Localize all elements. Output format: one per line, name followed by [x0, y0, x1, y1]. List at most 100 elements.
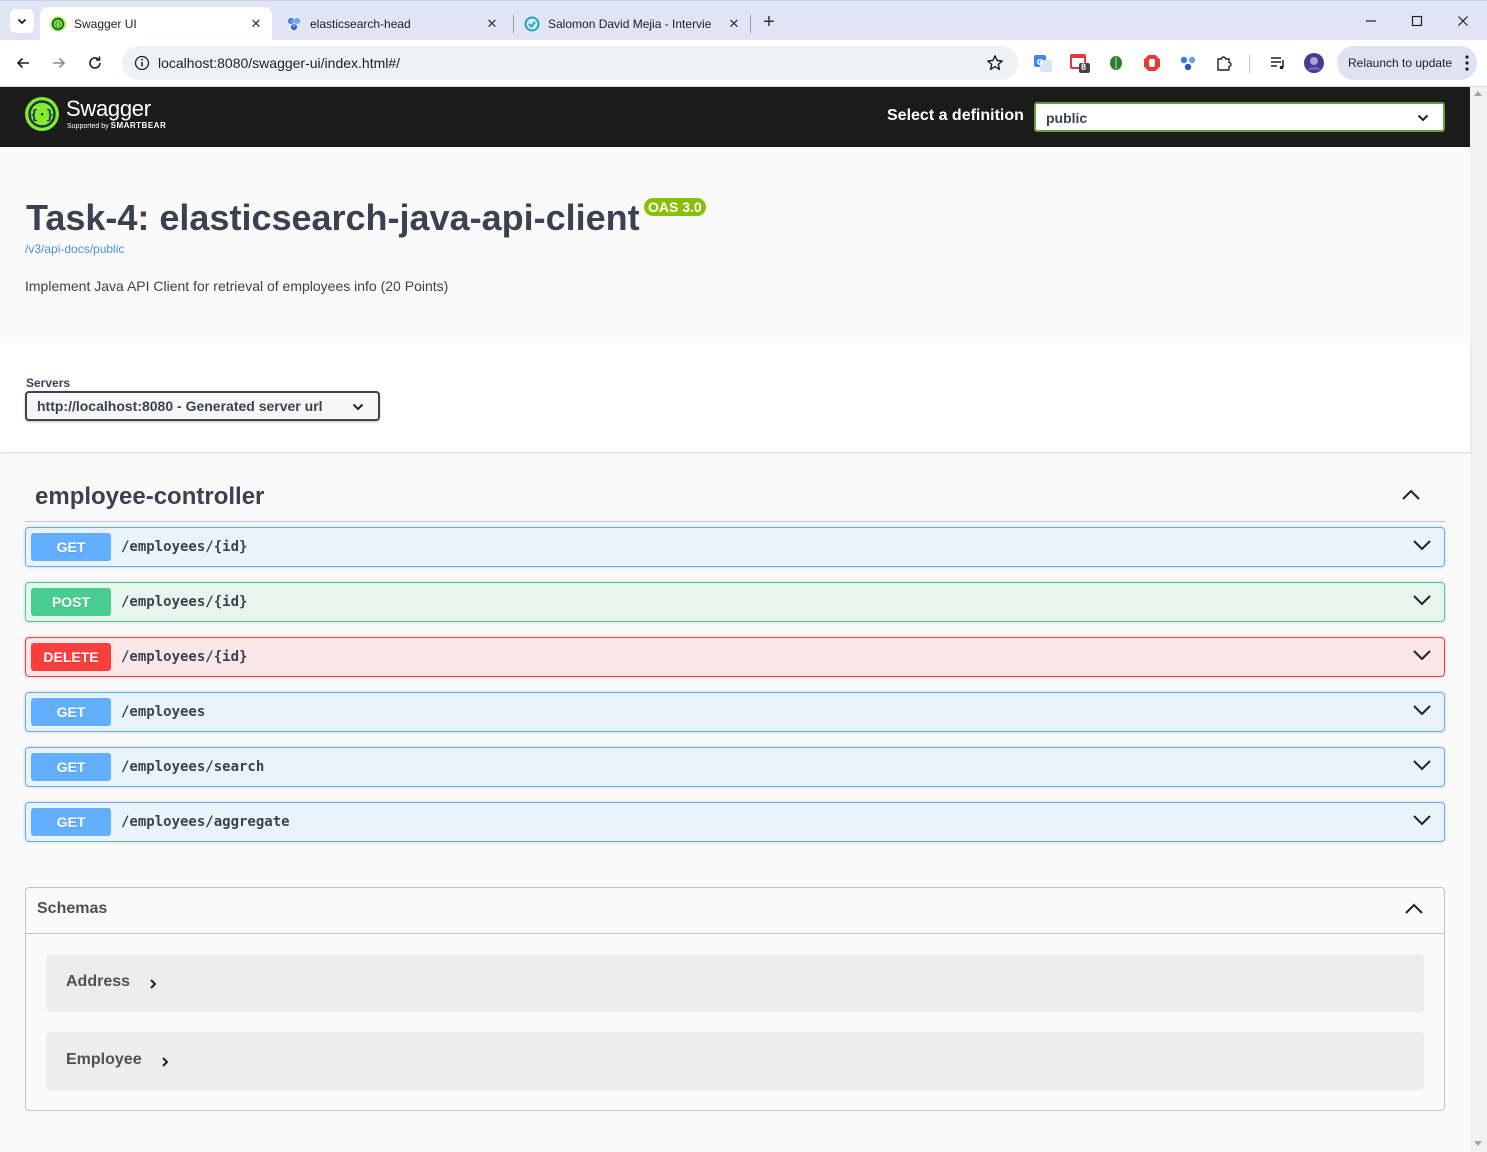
scroll-up-arrow-icon[interactable] [1474, 91, 1482, 96]
chevron-down-icon[interactable] [1412, 758, 1432, 772]
chevron-up-icon[interactable] [1404, 902, 1424, 916]
method-badge: DELETE [31, 643, 111, 671]
svg-text:G: G [1037, 58, 1044, 67]
chevron-down-icon[interactable] [1412, 703, 1432, 717]
schemas-section: Schemas Address Employee [25, 887, 1445, 1111]
minimize-icon [1366, 20, 1376, 22]
adblock-extension[interactable] [1141, 52, 1163, 74]
tag-title[interactable]: employee-controller [35, 483, 264, 511]
minimize-button[interactable] [1348, 7, 1394, 35]
chevron-right-icon[interactable] [148, 978, 158, 990]
operation-path: /employees/{id} [121, 594, 248, 610]
back-button[interactable] [10, 50, 36, 76]
close-tab-icon[interactable]: ✕ [248, 16, 264, 32]
api-title: Task-4: elasticsearch-java-api-client [26, 197, 640, 238]
schema-item-address[interactable]: Address [46, 954, 1424, 1012]
swagger-logo[interactable]: {·} Swagger Supported by SMARTBEAR [25, 97, 166, 131]
chevron-down-icon[interactable] [1412, 648, 1432, 662]
google-translate-extension[interactable]: G [1032, 52, 1054, 74]
operation-get-employee-by-id[interactable]: GET /employees/{id} [25, 527, 1445, 567]
tab-title: Salomon David Mejia - Intervie [548, 17, 712, 31]
method-badge: GET [31, 808, 111, 836]
forward-button[interactable] [46, 50, 72, 76]
media-controls-button[interactable] [1267, 52, 1289, 74]
operation-path: /employees/aggregate [121, 814, 290, 830]
reload-button[interactable] [82, 50, 108, 76]
elasticsearch-head-favicon-icon [288, 18, 300, 30]
api-description: Implement Java API Client for retrieval … [25, 278, 449, 294]
tab-separator [750, 15, 751, 33]
chevron-down-icon[interactable] [1412, 813, 1432, 827]
playlist-icon [1271, 57, 1284, 70]
method-badge: GET [31, 753, 111, 781]
operation-path: /employees/search [121, 759, 265, 775]
calendar-extension[interactable]: 8 [1069, 52, 1091, 74]
swagger-topbar: {·} Swagger Supported by SMARTBEAR Selec… [0, 87, 1470, 147]
schema-name[interactable]: Address [66, 973, 130, 991]
chevron-right-icon[interactable] [160, 1056, 170, 1068]
servers-section: Servers http://localhost:8080 - Generate… [0, 342, 1470, 452]
schemas-header[interactable]: Schemas [26, 888, 1444, 934]
chevron-down-icon [17, 18, 27, 25]
operation-delete-employee[interactable]: DELETE /employees/{id} [25, 637, 1445, 677]
definition-selected-value: public [1046, 110, 1088, 126]
tab-elasticsearch-head[interactable]: elasticsearch-head ✕ [276, 7, 508, 41]
schema-item-employee[interactable]: Employee [46, 1032, 1424, 1090]
operation-path: /employees/{id} [121, 649, 248, 665]
address-bar[interactable]: localhost:8080/swagger-ui/index.html#/ [122, 46, 1018, 80]
servers-select[interactable]: http://localhost:8080 - Generated server… [25, 391, 380, 421]
operation-aggregate-employees[interactable]: GET /employees/aggregate [25, 802, 1445, 842]
operation-get-employees[interactable]: GET /employees [25, 692, 1445, 732]
tab-interview[interactable]: Salomon David Mejia - Intervie ✕ [514, 7, 750, 41]
tab-search-button[interactable] [10, 9, 34, 33]
site-info-icon[interactable] [134, 55, 150, 71]
url-text[interactable]: localhost:8080/swagger-ui/index.html#/ [158, 55, 400, 71]
translate-icon: G [1034, 55, 1052, 72]
operation-search-employees[interactable]: GET /employees/search [25, 747, 1445, 787]
extensions-button[interactable] [1213, 52, 1235, 74]
tab-title: elasticsearch-head [310, 17, 411, 31]
maximize-icon [1411, 15, 1423, 27]
bookmark-star-icon[interactable] [986, 54, 1004, 72]
chevron-down-icon[interactable] [1412, 538, 1432, 552]
servers-label: Servers [26, 376, 71, 390]
schemas-title[interactable]: Schemas [37, 900, 107, 918]
relaunch-to-update-button[interactable]: Relaunch to update [1337, 46, 1477, 80]
schema-name[interactable]: Employee [66, 1051, 142, 1069]
svg-text:{}: {} [54, 22, 61, 29]
reload-icon [89, 56, 101, 69]
definition-select[interactable]: public [1034, 102, 1445, 132]
more-options-icon[interactable] [1465, 54, 1469, 72]
tab-title: Swagger UI [74, 17, 137, 31]
browser-tab-strip: {} Swagger UI ✕ elasticsearch-head ✕ Sal… [0, 0, 1487, 41]
calendar-icon [1070, 54, 1090, 73]
method-badge: GET [31, 698, 111, 726]
profile-avatar[interactable] [1303, 52, 1325, 74]
page-scrollbar[interactable] [1470, 87, 1487, 1152]
definition-label: Select a definition [887, 107, 1024, 124]
green-extension[interactable] [1105, 52, 1127, 74]
elasticsearch-head-extension[interactable] [1177, 52, 1199, 74]
close-tab-icon[interactable]: ✕ [484, 16, 500, 32]
tag-section-header[interactable]: employee-controller [25, 476, 1445, 522]
elasticsearch-head-icon [1180, 56, 1196, 71]
stop-hand-icon [1144, 55, 1160, 71]
swagger-favicon-icon: {} [50, 16, 66, 32]
browser-toolbar: localhost:8080/swagger-ui/index.html#/ G… [0, 40, 1487, 87]
new-tab-button[interactable]: + [758, 11, 780, 33]
close-window-button[interactable] [1440, 7, 1486, 35]
leaf-icon [1110, 56, 1122, 70]
chevron-down-icon [1417, 114, 1429, 122]
scroll-down-arrow-icon[interactable] [1474, 1141, 1482, 1146]
chevron-down-icon[interactable] [1412, 593, 1432, 607]
operation-post-employee[interactable]: POST /employees/{id} [25, 582, 1445, 622]
toolbar-separator [1249, 55, 1250, 73]
svg-text:{·}: {·} [30, 108, 53, 123]
maximize-button[interactable] [1394, 7, 1440, 35]
swagger-logo-icon: {·} [25, 97, 59, 131]
chevron-up-icon[interactable] [1401, 488, 1421, 502]
operation-path: /employees/{id} [121, 539, 248, 555]
close-tab-icon[interactable]: ✕ [726, 16, 742, 32]
api-docs-link[interactable]: /v3/api-docs/public [25, 242, 124, 256]
tab-swagger-ui[interactable]: {} Swagger UI ✕ [40, 7, 272, 41]
